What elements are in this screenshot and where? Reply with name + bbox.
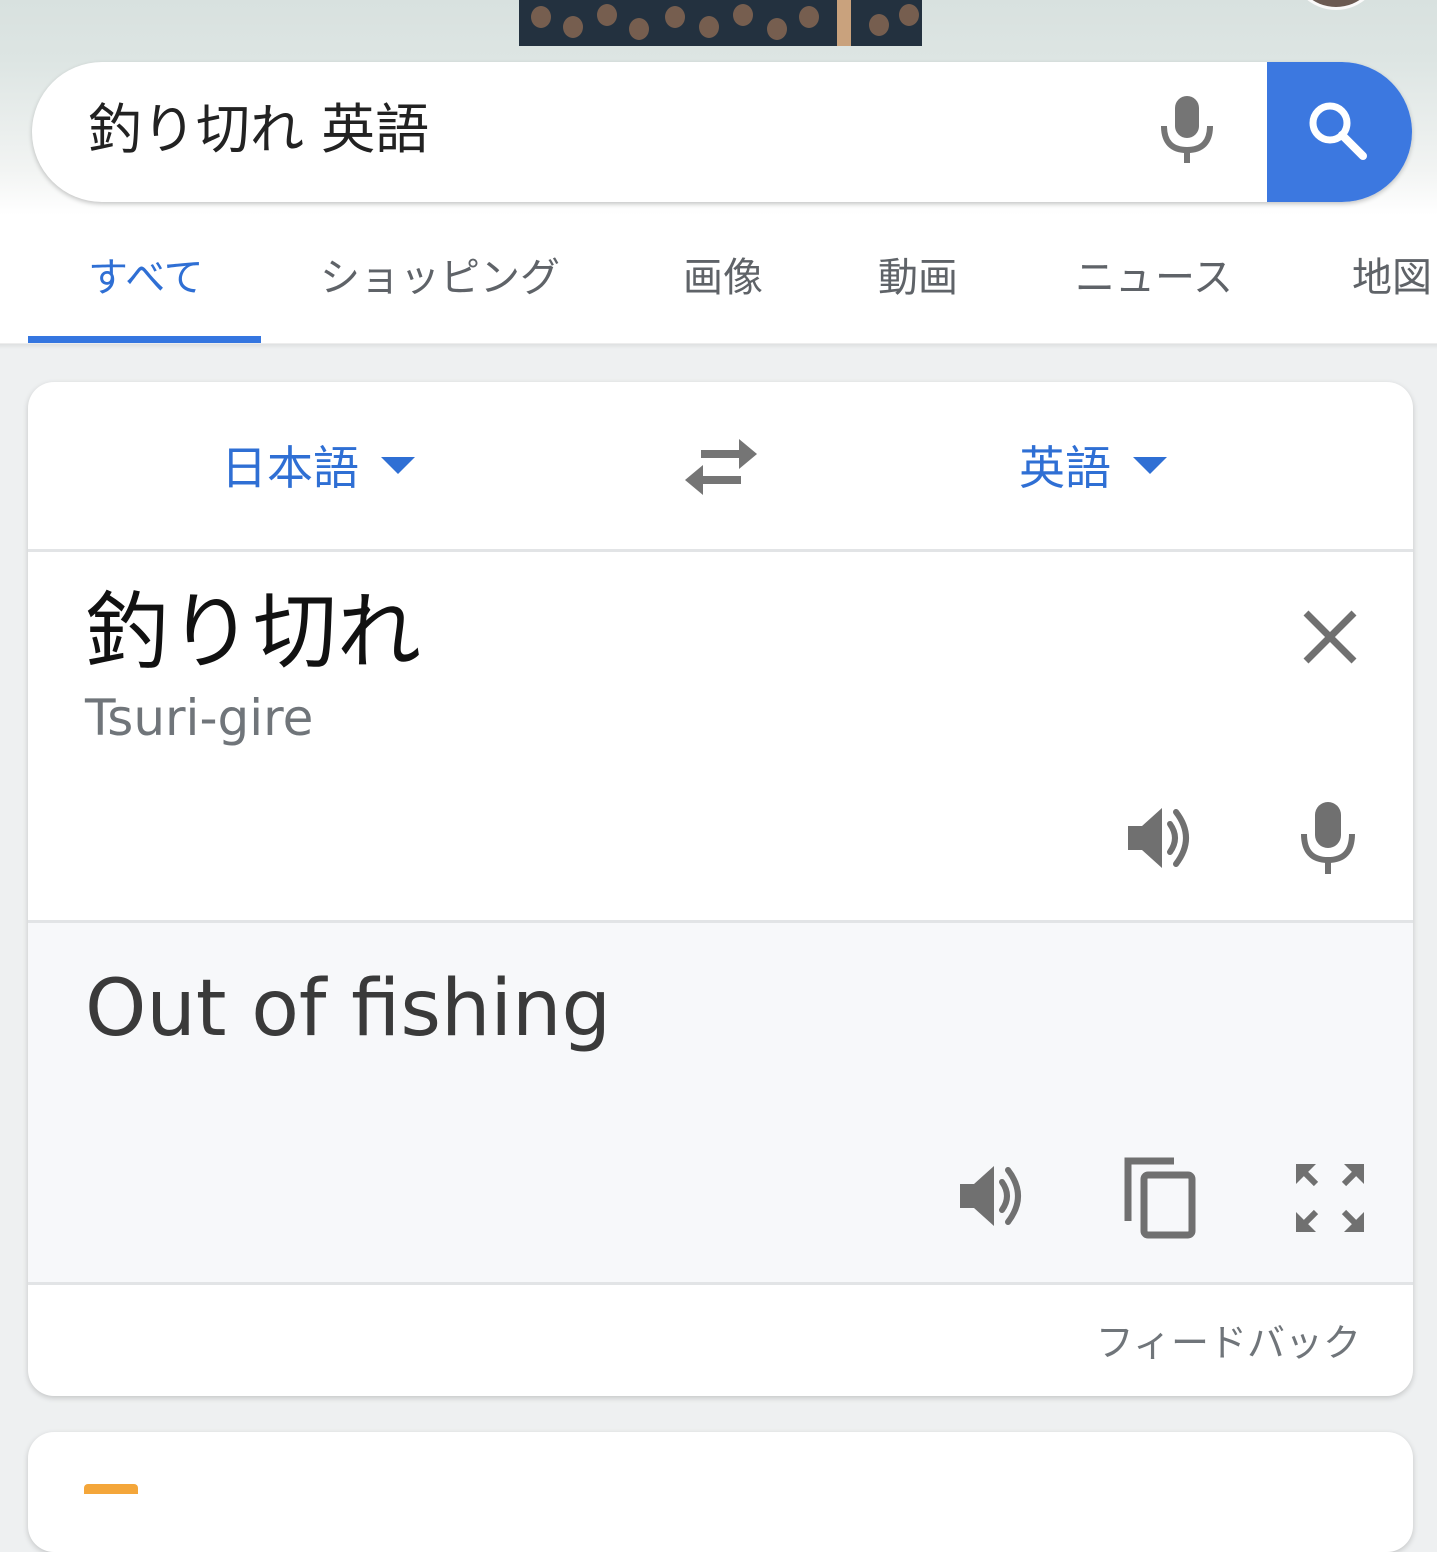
divider [28,1282,1413,1285]
mic-icon[interactable] [1298,800,1358,876]
doodle-figure [665,6,685,28]
translated-text: Out of fishing [85,964,612,1054]
tab-news[interactable]: ニュース [1075,245,1233,303]
close-icon[interactable] [1300,607,1360,667]
source-language-select[interactable]: 日本語 [221,432,415,502]
tab-shopping[interactable]: ショッピング [320,245,560,303]
tab-videos[interactable]: 動画 [878,245,958,303]
target-language-select[interactable]: 英語 [1019,432,1167,502]
next-result-card[interactable] [28,1432,1413,1552]
search-input[interactable]: 釣り切れ 英語 [88,62,429,198]
source-language-label: 日本語 [221,441,359,495]
doodle-image[interactable] [519,0,922,46]
result-favicon [84,1484,138,1494]
header: 釣り切れ 英語 すべて ショッピング 画像 動画 ニュース 地図 [0,0,1437,344]
target-language-label: 英語 [1019,441,1111,495]
fullscreen-icon[interactable] [1294,1162,1366,1234]
doodle-figure [869,14,889,36]
speaker-icon[interactable] [956,1160,1028,1232]
doodle-figure [563,16,583,38]
tab-images[interactable]: 画像 [683,245,763,303]
header-shadow [0,343,1437,349]
dropdown-caret-icon [381,456,415,474]
doodle-figure [799,6,819,28]
doodle-post [837,0,851,46]
romanization-text: Tsuri-gire [85,689,314,747]
doodle-figure [531,6,551,28]
translate-card: 日本語 英語 釣り切れ Tsuri-gire Out of fishing フィ… [28,382,1413,1396]
language-bar: 日本語 英語 [28,382,1413,550]
doodle-figure [733,4,753,26]
translation-result-panel: Out of fishing [28,923,1413,1282]
doodle-figure [699,16,719,38]
mic-icon[interactable] [1156,94,1218,166]
search-button[interactable] [1267,62,1412,202]
doodle-figure [767,18,787,40]
search-tabs: すべて ショッピング 画像 動画 ニュース 地図 [0,215,1437,343]
dropdown-caret-icon [1133,456,1167,474]
doodle-figure [629,18,649,40]
doodle-figure [597,4,617,26]
search-bar[interactable]: 釣り切れ 英語 [32,62,1412,202]
tab-maps[interactable]: 地図 [1352,245,1432,303]
doodle-figure [899,4,919,26]
feedback-link[interactable]: フィードバック [1096,1312,1361,1367]
swap-arrows-icon[interactable] [683,437,759,497]
search-icon [1309,102,1367,160]
tab-all[interactable]: すべて [88,245,204,303]
source-text-input[interactable]: 釣り切れ [85,587,421,677]
copy-icon[interactable] [1122,1155,1198,1241]
active-tab-indicator [28,336,261,343]
divider [28,549,1413,552]
speaker-icon[interactable] [1124,802,1196,874]
avatar[interactable] [1290,0,1382,10]
